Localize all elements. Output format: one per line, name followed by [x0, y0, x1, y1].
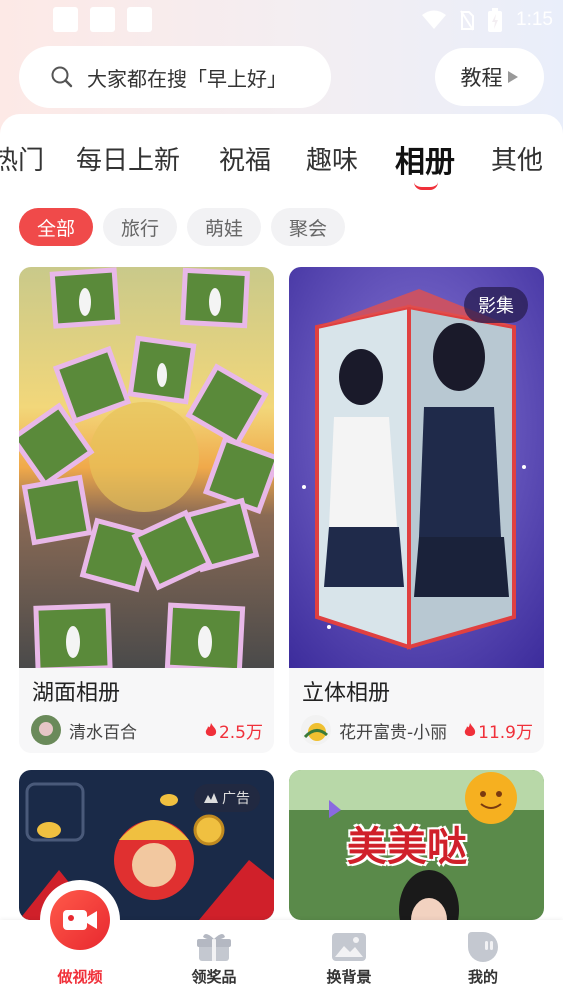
- nav-label: 我的: [467, 968, 498, 986]
- nav-change-background[interactable]: 换背景: [294, 928, 404, 987]
- collection-badge: 影集: [464, 287, 528, 323]
- nav-label: 领奖品: [191, 968, 237, 986]
- profile-icon: [468, 932, 498, 962]
- overlay-title: 美美哒: [347, 823, 467, 870]
- make-video-button[interactable]: [40, 880, 120, 960]
- tab-other[interactable]: 其他: [491, 140, 543, 177]
- status-time: 1:15: [516, 9, 553, 30]
- chip-party[interactable]: 聚会: [271, 208, 346, 246]
- author-name: 清水百合: [69, 722, 137, 743]
- author-name: 花开富贵-小丽: [339, 722, 448, 743]
- avatar: [31, 715, 61, 745]
- ad-tag: 广告: [194, 784, 260, 812]
- nav-profile[interactable]: 我的: [428, 928, 538, 987]
- tab-blessing[interactable]: 祝福: [219, 140, 271, 177]
- filter-chips: 全部 旅行 萌娃 聚会: [19, 208, 346, 246]
- nav-label: 换背景: [326, 968, 372, 986]
- nav-rewards[interactable]: 领奖品: [159, 928, 269, 987]
- card-title: 立体相册: [302, 681, 391, 706]
- tab-fun[interactable]: 趣味: [306, 140, 358, 177]
- card-meta: 花开富贵-小丽 11.9万: [301, 714, 533, 746]
- category-tabs: 热门 每日上新 祝福 趣味 相册 其他: [0, 140, 563, 190]
- chip-travel[interactable]: 旅行: [103, 208, 178, 246]
- card-meta: 清水百合 2.5万: [31, 714, 263, 746]
- video-camera-icon: [63, 910, 97, 930]
- flame-icon: [464, 722, 476, 736]
- search-icon: [51, 66, 73, 88]
- play-icon: [507, 71, 518, 83]
- notification-icon: [53, 7, 78, 32]
- nav-label: 做视频: [57, 968, 103, 986]
- chip-all[interactable]: 全部: [19, 208, 94, 246]
- avatar: [301, 715, 331, 745]
- template-card[interactable]: 美美哒: [289, 770, 544, 920]
- notification-icon: [127, 7, 152, 32]
- gift-icon: [197, 933, 231, 961]
- search-placeholder: 大家都在搜「早上好」: [87, 66, 287, 91]
- tab-daily-new[interactable]: 每日上新: [76, 140, 180, 177]
- battery-icon: [488, 8, 503, 32]
- likes-value: 11.9万: [478, 722, 533, 743]
- no-sim-icon: [460, 10, 475, 31]
- ad-tag-label: 广告: [222, 791, 250, 807]
- search-bar[interactable]: 大家都在搜「早上好」: [19, 46, 331, 108]
- tab-hot[interactable]: 热门: [0, 140, 44, 177]
- notification-icon: [90, 7, 115, 32]
- tutorial-label: 教程: [460, 66, 503, 90]
- flame-icon: [205, 722, 217, 736]
- make-video-fab[interactable]: [50, 890, 110, 950]
- wifi-icon: [422, 10, 447, 29]
- card-title: 湖面相册: [32, 681, 121, 706]
- likes-count: 2.5万: [205, 718, 263, 743]
- card-thumbnail: [19, 267, 274, 668]
- likes-value: 2.5万: [218, 722, 263, 743]
- tutorial-button[interactable]: 教程: [435, 48, 544, 106]
- card-thumbnail: [289, 267, 544, 668]
- chip-kids[interactable]: 萌娃: [187, 208, 262, 246]
- ad-logo-icon: [204, 793, 218, 803]
- tab-album[interactable]: 相册: [395, 140, 455, 181]
- template-card[interactable]: 湖面相册 清水百合 2.5万: [19, 267, 274, 753]
- likes-count: 11.9万: [464, 718, 533, 743]
- template-card[interactable]: 影集 立体相册 花开富贵-小丽 11.9万: [289, 267, 544, 753]
- picture-icon: [332, 933, 366, 961]
- status-bar: 1:15: [0, 0, 563, 40]
